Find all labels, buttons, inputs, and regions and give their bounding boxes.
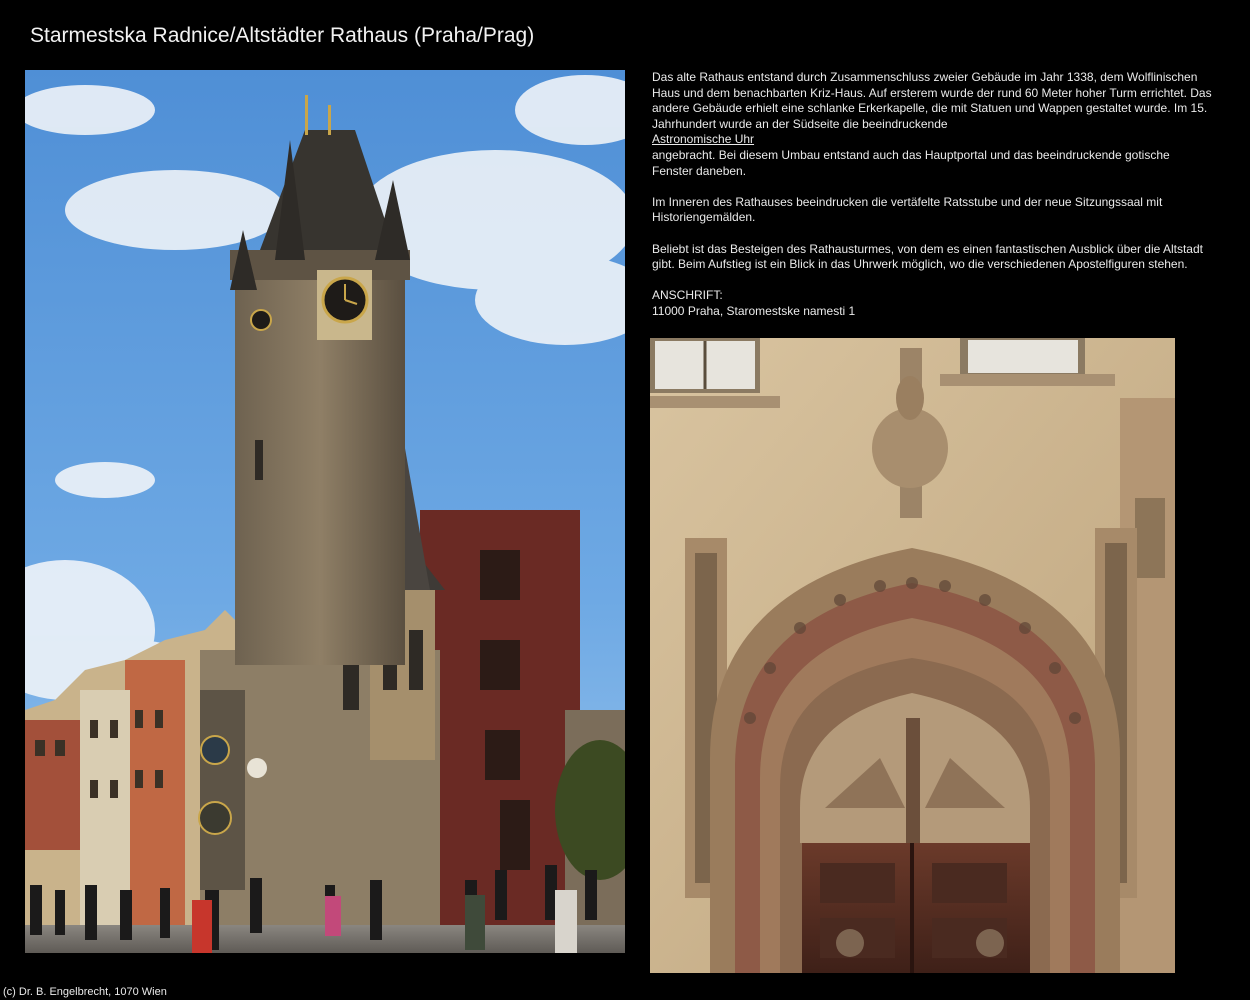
tower-photo-graphic bbox=[25, 70, 625, 953]
address-label: ANSCHRIFT: bbox=[652, 288, 723, 303]
description-paragraph-1: Das alte Rathaus entstand durch Zusammen… bbox=[652, 70, 1212, 179]
address-value: 11000 Praha, Staromestske namesti 1 bbox=[652, 303, 856, 318]
paragraph-1-text: Das alte Rathaus entstand durch Zusammen… bbox=[652, 70, 1212, 131]
description-paragraph-3: Beliebt ist das Besteigen des Rathaustur… bbox=[652, 241, 1203, 272]
astronomical-clock-link[interactable]: Astronomische Uhr bbox=[652, 132, 1212, 148]
portal-photo-graphic bbox=[650, 338, 1175, 973]
gothic-portal-photo bbox=[650, 338, 1175, 973]
paragraph-1-continuation: angebracht. Bei diesem Umbau entstand au… bbox=[652, 147, 1170, 178]
description-text: Das alte Rathaus entstand durch Zusammen… bbox=[652, 70, 1212, 320]
old-town-hall-tower-photo bbox=[25, 70, 625, 953]
copyright-footer: (c) Dr. B. Engelbrecht, 1070 Wien bbox=[3, 986, 167, 998]
page-title: Starmestska Radnice/Altstädter Rathaus (… bbox=[30, 24, 535, 47]
description-paragraph-2: Im Inneren des Rathauses beeindrucken di… bbox=[652, 194, 1163, 225]
